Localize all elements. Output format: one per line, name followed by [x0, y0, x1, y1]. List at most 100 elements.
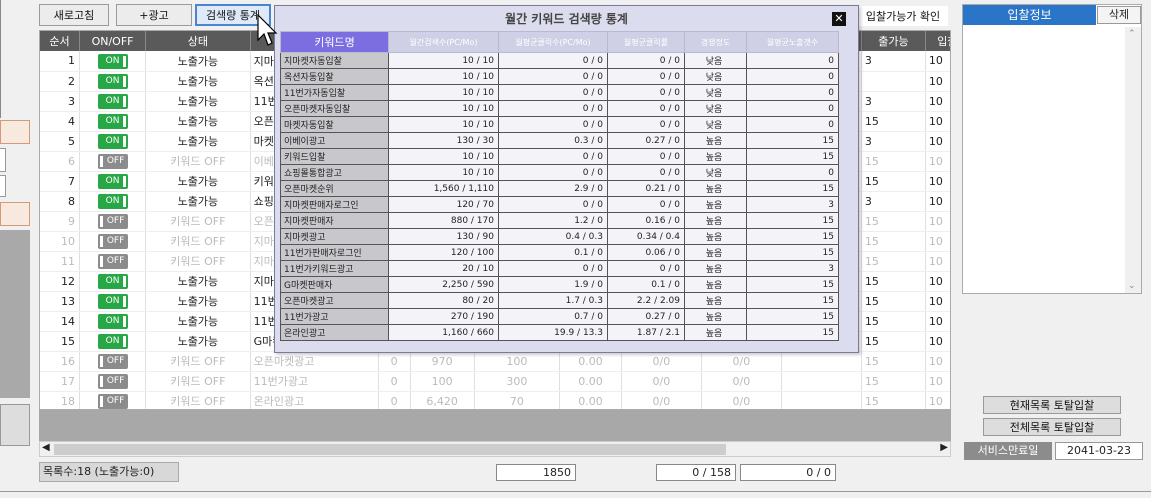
close-icon[interactable]: ✕	[832, 12, 846, 26]
stats-row: 지마켓광고 130 / 90 0.4 / 0.3 0.34 / 0.4 높음 15	[280, 228, 839, 245]
grid-cell-status: 노출가능	[145, 291, 251, 312]
toggle-switch[interactable]: ON	[97, 134, 128, 149]
stats-cell: 지마켓판매자로그인	[280, 196, 389, 213]
scroll-left-icon[interactable]: ◀	[42, 442, 50, 453]
onoff-toggle[interactable]: ON	[79, 171, 147, 192]
toggle-switch[interactable]: ON	[97, 294, 128, 309]
toggle-switch[interactable]: OFF	[97, 154, 128, 169]
toggle-label: ON	[105, 176, 120, 186]
stats-cell: 이베이광고	[280, 132, 389, 149]
toggle-switch[interactable]: OFF	[97, 234, 128, 249]
stats-cell: 0	[746, 84, 839, 101]
grid-header-13[interactable]: 입찰단위	[925, 31, 950, 51]
grid-cell-status: 노출가능	[145, 71, 251, 92]
stats-cell: 0.27 / 0	[607, 308, 685, 325]
onoff-toggle[interactable]: OFF	[79, 151, 147, 172]
scroll-up-icon[interactable]: ⌃	[1128, 29, 1136, 39]
onoff-toggle[interactable]: ON	[79, 91, 147, 112]
all-total-bid-button[interactable]: 전체목록 토탈입찰	[983, 418, 1121, 436]
table-row[interactable]: 16 OFF 키워드 OFF 오픈마켓광고 0 970 100 0.00 0/0 0/0 15 10	[40, 351, 950, 372]
onoff-toggle[interactable]: ON	[79, 311, 147, 332]
onoff-toggle[interactable]: ON	[79, 71, 147, 92]
bid-info-scrollbar[interactable]: ⌃ ⌄	[1125, 27, 1141, 293]
onoff-toggle[interactable]: ON	[79, 191, 147, 212]
toggle-switch[interactable]: ON	[97, 334, 128, 349]
toggle-switch[interactable]: ON	[97, 174, 128, 189]
toggle-label: OFF	[106, 356, 125, 366]
toggle-switch[interactable]: ON	[97, 53, 128, 69]
stats-header-0[interactable]: 키워드명	[280, 31, 389, 53]
toggle-label: OFF	[106, 396, 125, 406]
toggle-switch[interactable]: ON	[97, 74, 128, 89]
grid-cell-c12: 15	[861, 391, 926, 409]
current-total-bid-button[interactable]: 현재목록 토탈입찰	[983, 396, 1121, 414]
stats-cell: 0	[746, 116, 839, 133]
stats-header-5[interactable]: 월평균노출갯수	[746, 31, 839, 53]
toggle-switch[interactable]: OFF	[97, 394, 128, 409]
grid-header-1[interactable]: ON/OFF	[79, 31, 147, 51]
grid-cell-n: 15	[40, 331, 80, 352]
onoff-toggle[interactable]: ON	[79, 271, 147, 292]
toggle-switch[interactable]: ON	[97, 274, 128, 289]
grid-cell-status: 키워드 OFF	[145, 251, 251, 272]
grid-cell-c7: 300	[474, 371, 561, 392]
toggle-switch[interactable]: ON	[97, 114, 128, 129]
grid-cell-c13: 10	[925, 151, 950, 172]
toggle-switch[interactable]: ON	[97, 94, 128, 109]
stats-header-3[interactable]: 월평균클릭률	[607, 31, 685, 53]
grid-header-2[interactable]: 상태	[145, 31, 251, 51]
toggle-switch[interactable]: ON	[97, 314, 128, 329]
add-ad-button[interactable]: +광고	[116, 4, 192, 26]
stats-row: 오픈마켓순위 1,560 / 1,110 2.9 / 0 0.21 / 0 높음 15	[280, 180, 839, 197]
table-row[interactable]: 17 OFF 키워드 OFF 11번가광고 0 100 300 0.00 0/0 0/0 15 10	[40, 371, 950, 392]
toggle-label: ON	[105, 96, 120, 106]
horizontal-scrollbar[interactable]: ◀ ▶	[39, 441, 951, 457]
onoff-toggle[interactable]: ON	[79, 51, 147, 72]
stats-cell: 높음	[684, 276, 747, 293]
stats-cell: 높음	[684, 212, 747, 229]
toggle-switch[interactable]: OFF	[97, 214, 128, 229]
toggle-switch[interactable]: OFF	[97, 254, 128, 269]
toggle-switch[interactable]: OFF	[97, 374, 128, 389]
refresh-button[interactable]: 새로고침	[39, 4, 109, 26]
stats-cell: 높음	[684, 260, 747, 277]
onoff-toggle[interactable]: OFF	[79, 391, 147, 409]
grid-cell-c6: 970	[410, 351, 475, 372]
onoff-toggle[interactable]: OFF	[79, 351, 147, 372]
grid-header-0[interactable]: 순서	[40, 31, 80, 51]
stats-cell: 0 / 0	[498, 116, 608, 133]
scroll-thumb[interactable]	[54, 444, 726, 455]
stats-cell: 80 / 20	[388, 292, 499, 309]
scroll-right-icon[interactable]: ▶	[940, 442, 948, 453]
onoff-toggle[interactable]: OFF	[79, 251, 147, 272]
stats-cell: 0 / 0	[607, 100, 685, 117]
grid-cell-n: 18	[40, 391, 80, 409]
onoff-toggle[interactable]: ON	[79, 291, 147, 312]
toggle-switch[interactable]: ON	[97, 194, 128, 209]
onoff-toggle[interactable]: OFF	[79, 371, 147, 392]
stats-cell: 2.2 / 2.09	[607, 292, 685, 309]
delete-button[interactable]: 삭제	[1097, 6, 1141, 24]
onoff-toggle[interactable]: OFF	[79, 211, 147, 232]
left-panel-button[interactable]	[0, 404, 30, 446]
grid-cell-spacer	[781, 351, 862, 372]
stats-cell: 0 / 0	[498, 196, 608, 213]
onoff-toggle[interactable]: ON	[79, 131, 147, 152]
scroll-down-icon[interactable]: ⌄	[1128, 281, 1136, 291]
onoff-toggle[interactable]: ON	[79, 331, 147, 352]
table-row[interactable]: 18 OFF 키워드 OFF 온라인광고 0 6,420 70 0.00 0/0 0/0 15 10	[40, 391, 950, 409]
stats-header-1[interactable]: 월간검색수(PC/Mo)	[388, 31, 499, 53]
stats-row: 쇼핑몰통합광고 10 / 10 0 / 00 / 0 낮음 0	[280, 164, 839, 181]
stats-header-4[interactable]: 경쟁정도	[684, 31, 747, 53]
stats-cell: 0	[746, 68, 839, 85]
stats-table: 키워드명 월간검색수(PC/Mo) 월평균클릭수(PC/Mo) 월평균클릭률 경쟁정도 월…	[280, 31, 839, 341]
onoff-toggle[interactable]: OFF	[79, 231, 147, 252]
stats-cell: 낮음	[684, 68, 747, 85]
bid-check-button[interactable]: 입찰가능가 확인	[858, 6, 948, 26]
stats-cell: 270 / 190	[388, 308, 499, 325]
toggle-switch[interactable]: OFF	[97, 354, 128, 369]
grid-header-12[interactable]: 출가능	[861, 31, 926, 51]
onoff-toggle[interactable]: ON	[79, 111, 147, 132]
stats-header-2[interactable]: 월평균클릭수(PC/Mo)	[498, 31, 608, 53]
grid-cell-status: 키워드 OFF	[145, 371, 251, 392]
